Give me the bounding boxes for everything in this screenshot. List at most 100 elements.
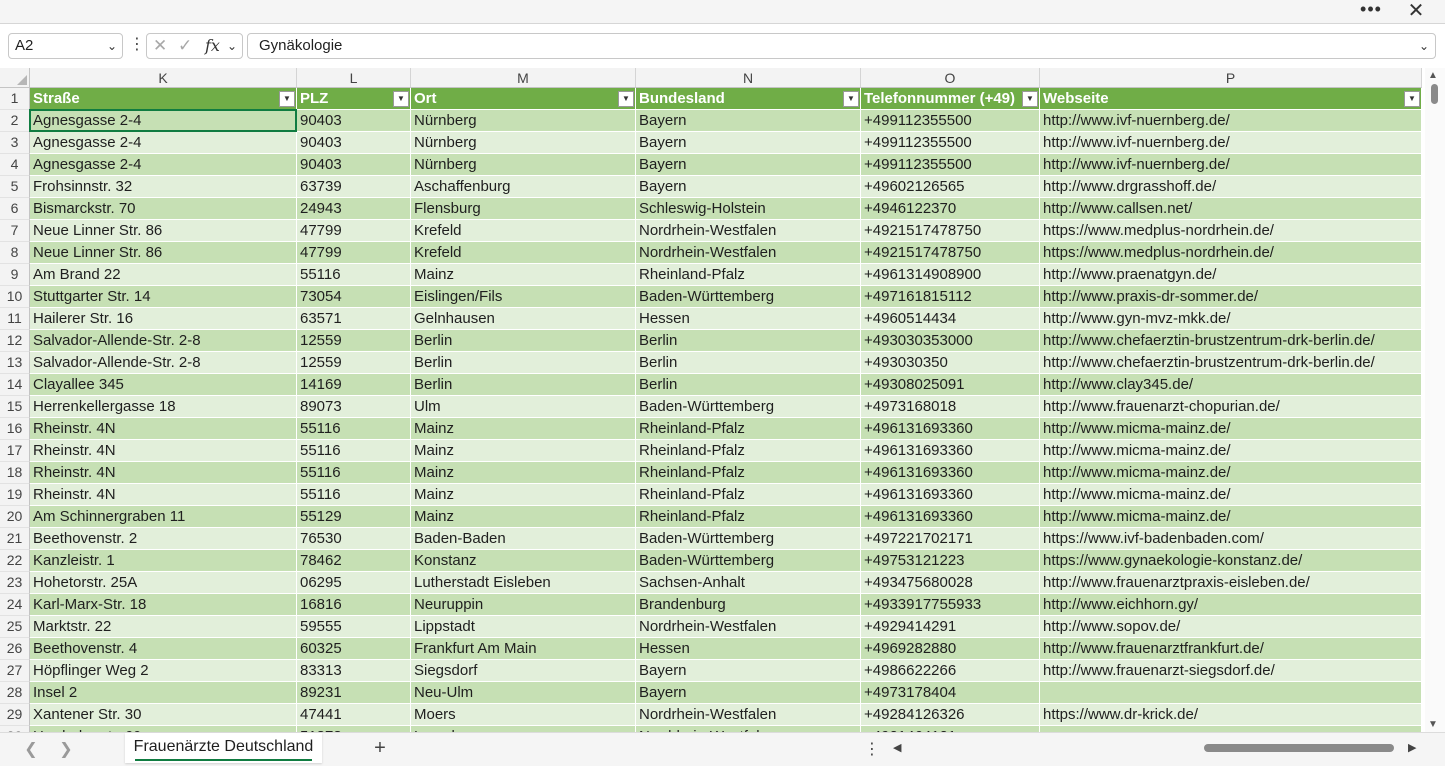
table-cell[interactable]: Baden-Württemberg [636, 396, 861, 418]
table-cell[interactable]: https://www.ivf-badenbaden.com/ [1040, 528, 1422, 550]
table-cell[interactable]: 16816 [297, 594, 411, 616]
table-cell[interactable]: Agnesgasse 2-4 [30, 132, 297, 154]
table-cell[interactable]: Konstanz [411, 550, 636, 572]
row-header[interactable]: 15 [0, 396, 30, 418]
table-cell[interactable]: 55116 [297, 264, 411, 286]
filter-dropdown-icon[interactable]: ▼ [843, 91, 859, 107]
table-cell[interactable]: 14169 [297, 374, 411, 396]
row-header[interactable]: 23 [0, 572, 30, 594]
header-cell[interactable]: Bundesland ▼ [636, 88, 861, 110]
header-cell[interactable]: PLZ ▼ [297, 88, 411, 110]
table-cell[interactable]: +496131693360 [861, 484, 1040, 506]
table-cell[interactable]: 63739 [297, 176, 411, 198]
row-header[interactable]: 7 [0, 220, 30, 242]
table-cell[interactable]: Lippstadt [411, 616, 636, 638]
table-cell[interactable]: Bayern [636, 132, 861, 154]
table-cell[interactable]: http://www.micma-mainz.de/ [1040, 418, 1422, 440]
table-cell[interactable]: 59555 [297, 616, 411, 638]
table-cell[interactable]: http://www.ivf-nuernberg.de/ [1040, 110, 1422, 132]
table-cell[interactable]: +49602126565 [861, 176, 1040, 198]
table-cell[interactable]: Berlin [636, 330, 861, 352]
table-cell[interactable]: 73054 [297, 286, 411, 308]
table-cell[interactable]: Rheinland-Pfalz [636, 418, 861, 440]
table-cell[interactable]: Siegsdorf [411, 660, 636, 682]
scroll-thumb[interactable] [1431, 84, 1438, 104]
table-cell[interactable]: Rheinland-Pfalz [636, 462, 861, 484]
table-cell[interactable]: Stuttgarter Str. 14 [30, 286, 297, 308]
table-cell[interactable]: Nürnberg [411, 154, 636, 176]
table-cell[interactable]: 47799 [297, 220, 411, 242]
table-cell[interactable]: http://www.frauenarztfrankfurt.de/ [1040, 638, 1422, 660]
table-cell[interactable]: http://www.praenatgyn.de/ [1040, 264, 1422, 286]
table-cell[interactable]: Mainz [411, 484, 636, 506]
table-cell[interactable]: Nürnberg [411, 110, 636, 132]
table-cell[interactable]: +4961314908900 [861, 264, 1040, 286]
insert-function-icon[interactable]: fx [205, 34, 220, 58]
table-cell[interactable]: Flensburg [411, 198, 636, 220]
table-cell[interactable]: Baden-Baden [411, 528, 636, 550]
table-cell[interactable]: 47441 [297, 704, 411, 726]
table-cell[interactable]: Rheinland-Pfalz [636, 264, 861, 286]
table-cell[interactable]: 12559 [297, 330, 411, 352]
table-cell[interactable]: +496131693360 [861, 506, 1040, 528]
table-cell[interactable]: Mainz [411, 418, 636, 440]
table-cell[interactable]: http://www.sopov.de/ [1040, 616, 1422, 638]
table-cell[interactable]: 55116 [297, 462, 411, 484]
table-cell[interactable]: Nordrhein-Westfalen [636, 616, 861, 638]
table-cell[interactable]: Nordrhein-Westfalen [636, 704, 861, 726]
table-cell[interactable]: 47799 [297, 242, 411, 264]
table-cell[interactable]: 63571 [297, 308, 411, 330]
column-header-o[interactable]: O [861, 68, 1040, 88]
table-cell[interactable]: Eislingen/Fils [411, 286, 636, 308]
row-header[interactable]: 22 [0, 550, 30, 572]
table-cell[interactable]: Berlin [636, 374, 861, 396]
table-cell[interactable]: +4960514434 [861, 308, 1040, 330]
scroll-right-icon[interactable]: ▶ [1408, 741, 1416, 754]
table-cell[interactable]: Rheinstr. 4N [30, 462, 297, 484]
more-options-icon[interactable]: ••• [1359, 0, 1383, 22]
table-cell[interactable]: http://www.clay345.de/ [1040, 374, 1422, 396]
table-cell[interactable]: http://www.ivf-nuernberg.de/ [1040, 132, 1422, 154]
table-cell[interactable]: Nürnberg [411, 132, 636, 154]
table-cell[interactable]: Sachsen-Anhalt [636, 572, 861, 594]
spreadsheet-grid[interactable]: K L M N O P 1 Straße ▼ PLZ ▼ Ort ▼ Bundesland ▼ Telefon… [0, 68, 1425, 732]
table-cell[interactable]: Bayern [636, 110, 861, 132]
table-cell[interactable]: Am Brand 22 [30, 264, 297, 286]
table-cell[interactable]: 12559 [297, 352, 411, 374]
table-cell[interactable]: 24943 [297, 198, 411, 220]
table-cell[interactable]: Am Schinnergraben 11 [30, 506, 297, 528]
table-cell[interactable]: Lutherstadt Eisleben [411, 572, 636, 594]
table-cell[interactable]: +493475680028 [861, 572, 1040, 594]
table-cell[interactable]: Mainz [411, 462, 636, 484]
table-cell[interactable]: +49284126326 [861, 704, 1040, 726]
table-cell[interactable]: 60325 [297, 638, 411, 660]
row-header[interactable]: 13 [0, 352, 30, 374]
table-cell[interactable]: https://www.medplus-nordrhein.de/ [1040, 242, 1422, 264]
table-cell[interactable]: http://www.ivf-nuernberg.de/ [1040, 154, 1422, 176]
table-cell[interactable]: 55116 [297, 440, 411, 462]
row-header[interactable]: 17 [0, 440, 30, 462]
table-cell[interactable]: Neu-Ulm [411, 682, 636, 704]
table-cell[interactable]: http://www.micma-mainz.de/ [1040, 484, 1422, 506]
table-cell[interactable]: Berlin [636, 352, 861, 374]
table-cell[interactable]: Nordrhein-Westfalen [636, 242, 861, 264]
vertical-dots-icon[interactable]: ⋮ [129, 36, 145, 56]
table-cell[interactable]: +499112355500 [861, 132, 1040, 154]
header-cell[interactable]: Ort ▼ [411, 88, 636, 110]
table-cell[interactable]: Rheinstr. 4N [30, 418, 297, 440]
row-header[interactable]: 21 [0, 528, 30, 550]
chevron-down-icon[interactable]: ⌄ [107, 34, 117, 58]
header-cell[interactable]: Webseite ▼ [1040, 88, 1422, 110]
table-cell[interactable]: Bismarckstr. 70 [30, 198, 297, 220]
table-cell[interactable]: http://www.frauenarztpraxis-eisleben.de/ [1040, 572, 1422, 594]
table-cell[interactable]: Bayern [636, 660, 861, 682]
horizontal-scroll-thumb[interactable] [1204, 744, 1394, 752]
table-cell[interactable]: http://www.micma-mainz.de/ [1040, 440, 1422, 462]
table-cell[interactable]: +493030353000 [861, 330, 1040, 352]
scroll-up-icon[interactable]: ▲ [1428, 70, 1438, 81]
row-header[interactable]: 24 [0, 594, 30, 616]
table-cell[interactable] [1040, 682, 1422, 704]
enter-check-icon[interactable]: ✓ [178, 34, 192, 58]
table-cell[interactable]: Hailerer Str. 16 [30, 308, 297, 330]
row-header[interactable]: 14 [0, 374, 30, 396]
